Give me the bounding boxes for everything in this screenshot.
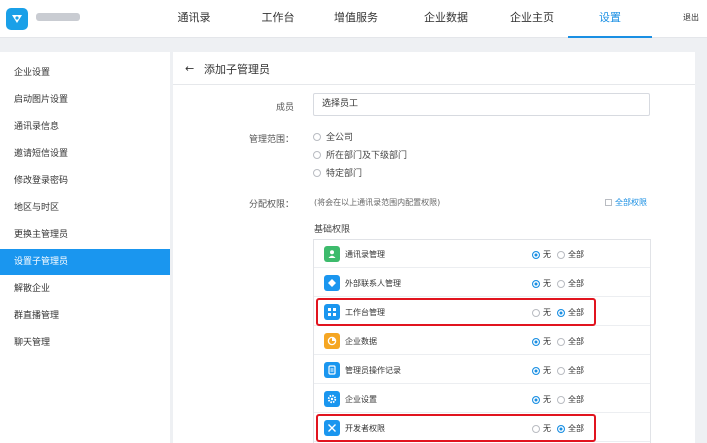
sidebar-item-invite-sms[interactable]: 邀请短信设置: [0, 141, 170, 167]
nav-workbench[interactable]: 工作台: [250, 0, 306, 38]
scope-option-specific[interactable]: 特定部门: [313, 166, 362, 179]
permission-options: 无 全部: [532, 278, 584, 289]
data-icon: [324, 333, 340, 349]
permission-name: 通讯录管理: [345, 250, 385, 259]
radio-none[interactable]: [532, 279, 540, 288]
logout-link[interactable]: 退出: [683, 0, 699, 36]
radio-all[interactable]: [557, 395, 565, 404]
option-all-label: 全部: [568, 279, 584, 288]
permission-row: 管理员操作记录 无 全部: [314, 356, 650, 384]
nav-enterprise-data[interactable]: 企业数据: [416, 0, 476, 38]
sidebar: 企业设置 启动图片设置 通讯录信息 邀请短信设置 修改登录密码 地区与时区 更换…: [0, 52, 170, 443]
company-name-blurred: [36, 13, 80, 21]
permission-options: 无 全部: [532, 336, 584, 347]
radio-icon[interactable]: [313, 150, 321, 159]
permission-name: 企业数据: [345, 337, 377, 346]
divider: [173, 84, 695, 85]
scope-option-company[interactable]: 全公司: [313, 130, 353, 143]
radio-none[interactable]: [532, 250, 540, 259]
nav-enterprise-home[interactable]: 企业主页: [501, 0, 563, 38]
option-all-label: 全部: [568, 250, 584, 259]
permission-row: 外部联系人管理 无 全部: [314, 269, 650, 297]
page-title: 添加子管理员: [204, 63, 270, 76]
sidebar-item-contacts-info[interactable]: 通讯录信息: [0, 114, 170, 140]
log-icon: [324, 362, 340, 378]
all-permissions-checkbox[interactable]: 全部权限: [605, 197, 647, 208]
permission-options: 无 全部: [532, 249, 584, 260]
option-all-label: 全部: [568, 337, 584, 346]
permission-name: 管理员操作记录: [345, 366, 401, 375]
option-none-label: 无: [543, 366, 551, 375]
sidebar-item-dissolve[interactable]: 解散企业: [0, 276, 170, 302]
scope-option-dept[interactable]: 所在部门及下级部门: [313, 148, 407, 161]
sidebar-item-region-timezone[interactable]: 地区与时区: [0, 195, 170, 221]
permission-table: 通讯录管理无全部 外部联系人管理无全部 工作台管理无全部 企业数据无全部 管理员操作记录…: [313, 239, 651, 443]
option-none-label: 无: [543, 279, 551, 288]
radio-none[interactable]: [532, 337, 540, 346]
option-all-label: 全部: [568, 395, 584, 404]
nav-value-services[interactable]: 增值服务: [326, 0, 386, 38]
scope-label: 管理范围：: [248, 135, 294, 145]
permission-row: 企业设置 无 全部: [314, 385, 650, 413]
member-select-input[interactable]: 选择员工: [313, 93, 650, 116]
permission-options: 无 全部: [532, 394, 584, 405]
member-label: 成员: [275, 103, 294, 113]
sidebar-item-change-main-admin[interactable]: 更换主管理员: [0, 222, 170, 248]
option-none-label: 无: [543, 395, 551, 404]
radio-icon[interactable]: [313, 132, 321, 141]
radio-icon[interactable]: [313, 168, 321, 177]
radio-none[interactable]: [532, 366, 540, 375]
contacts-icon: [324, 246, 340, 262]
permission-options: 无 全部: [532, 365, 584, 376]
main-panel: ← 添加子管理员 成员 选择员工 管理范围： 全公司 所在部门及下级部门 特定部…: [173, 52, 695, 443]
sidebar-item-chat-management[interactable]: 聊天管理: [0, 330, 170, 356]
basic-permissions-title: 基础权限: [314, 225, 351, 235]
permission-name: 外部联系人管理: [345, 279, 401, 288]
permission-row: 企业数据 无 全部: [314, 327, 650, 355]
nav-contacts[interactable]: 通讯录: [166, 0, 222, 38]
permission-row: 通讯录管理 无 全部: [314, 240, 650, 268]
checkbox-icon[interactable]: [605, 199, 612, 206]
radio-all[interactable]: [557, 250, 565, 259]
sidebar-item-change-password[interactable]: 修改登录密码: [0, 168, 170, 194]
radio-none[interactable]: [532, 395, 540, 404]
permission-name: 企业设置: [345, 395, 377, 404]
nav-settings[interactable]: 设置: [568, 0, 652, 38]
settings-icon: [324, 391, 340, 407]
option-none-label: 无: [543, 250, 551, 259]
highlight-box: [316, 298, 596, 326]
sidebar-item-enterprise-settings[interactable]: 企业设置: [0, 60, 170, 86]
perm-hint: (将会在以上通讯录范围内配置权限): [314, 198, 441, 207]
sidebar-item-splash-image[interactable]: 启动图片设置: [0, 87, 170, 113]
external-contacts-icon: [324, 275, 340, 291]
sidebar-item-sub-admin[interactable]: 设置子管理员: [0, 249, 170, 275]
top-bar: 通讯录 工作台 增值服务 企业数据 企业主页 设置 退出: [0, 0, 707, 38]
perm-label: 分配权限：: [248, 200, 294, 210]
sidebar-item-group-live[interactable]: 群直播管理: [0, 303, 170, 329]
radio-all[interactable]: [557, 337, 565, 346]
back-arrow-icon[interactable]: ←: [185, 62, 194, 75]
highlight-box: [316, 414, 596, 442]
option-all-label: 全部: [568, 366, 584, 375]
radio-all[interactable]: [557, 366, 565, 375]
app-logo-icon[interactable]: [6, 8, 28, 30]
radio-all[interactable]: [557, 279, 565, 288]
option-none-label: 无: [543, 337, 551, 346]
